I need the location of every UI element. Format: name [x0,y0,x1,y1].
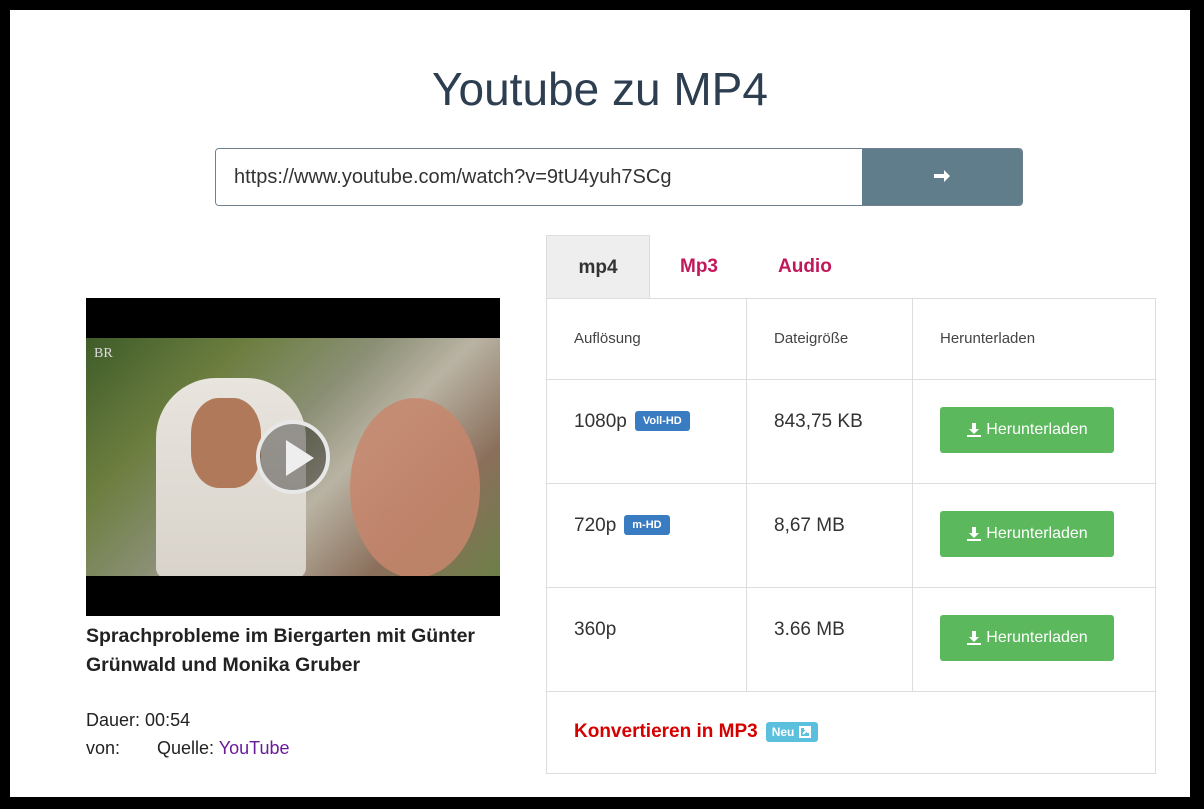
convert-mp3-link[interactable]: Konvertieren in MP3 [574,721,758,743]
table-row: 720p m-HD 8,67 MB Herunterladen [547,483,1155,588]
duration-line: Dauer: 00:54 [86,706,289,734]
channel-logo: BR [94,346,113,361]
tab-mp3[interactable]: Mp3 [650,235,748,298]
filesize-cell: 3.66 MB [747,587,913,691]
tab-audio[interactable]: Audio [748,235,862,298]
download-button-label: Herunterladen [986,525,1088,542]
resolution-cell: 1080p Voll-HD [547,379,747,483]
page-title: Youtube zu MP4 [432,63,768,115]
download-cell: Herunterladen [913,587,1155,691]
tab-mp4[interactable]: mp4 [546,235,650,299]
source-line: von: Quelle: YouTube [86,734,289,762]
resolution-value: 720p [574,515,617,536]
new-badge-label: Neu [771,725,795,739]
arrow-right-icon [933,164,951,190]
video-thumbnail[interactable]: BR [86,298,500,616]
source-link[interactable]: YouTube [219,738,290,758]
download-button-label: Herunterladen [986,421,1088,438]
url-input[interactable] [216,149,862,205]
download-cell: Herunterladen [913,483,1155,587]
external-link-icon [799,726,812,738]
download-icon [967,631,982,645]
resolution-cell: 720p m-HD [547,483,747,587]
download-button[interactable]: Herunterladen [940,511,1114,557]
source-label: Quelle: [157,738,215,758]
format-tabs: mp4 Mp3 Audio [546,235,862,299]
header-resolution: Auflösung [547,299,747,379]
header-download: Herunterladen [940,329,1036,347]
resolution-value: 1080p [574,411,627,432]
filesize-cell: 8,67 MB [747,483,913,587]
download-button[interactable]: Herunterladen [940,407,1114,453]
duration-label: Dauer: [86,710,141,730]
filesize-cell: 843,75 KB [747,379,913,483]
resolution-value: 360p [574,619,617,640]
download-button-label: Herunterladen [986,629,1088,646]
resolution-cell: 360p [547,587,747,691]
new-badge[interactable]: Neu [765,722,819,742]
table-row: 1080p Voll-HD 843,75 KB Herunterladen [547,379,1155,484]
play-icon[interactable] [256,420,330,494]
table-row: 360p 3.66 MB Herunterladen [547,587,1155,692]
video-title: Sprachprobleme im Biergarten mit Günter … [86,625,476,676]
convert-mp3-row: Konvertieren in MP3 Neu [547,691,1155,773]
download-table: Auflösung Dateigröße Herunterladen 1080p… [546,298,1156,774]
video-meta: Dauer: 00:54 von: Quelle: YouTube [86,706,289,762]
download-icon [967,527,982,541]
url-search-bar [215,148,1023,206]
quality-badge: m-HD [624,515,670,535]
download-icon [967,423,982,437]
table-header-row: Auflösung Dateigröße Herunterladen [547,299,1155,380]
submit-button[interactable] [862,149,1022,205]
download-cell: Herunterladen [913,379,1155,483]
download-button[interactable]: Herunterladen [940,615,1114,661]
by-label: von: [86,738,121,758]
duration-value: 00:54 [145,710,191,730]
header-filesize: Dateigröße [747,299,913,379]
page-frame: Youtube zu MP4 BR Sprachprobleme im Bier… [10,10,1190,797]
quality-badge: Voll-HD [634,411,690,431]
